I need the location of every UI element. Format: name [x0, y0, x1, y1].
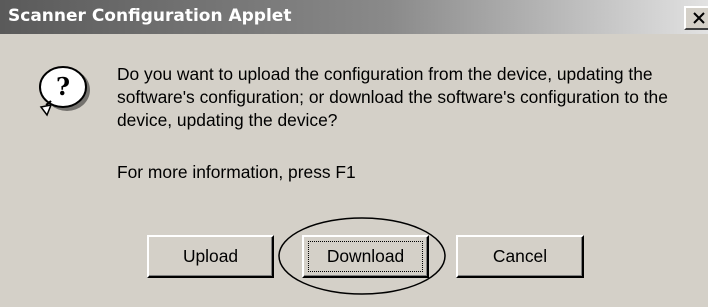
dialog-window: Scanner Configuration Applet ? Do you wa…: [0, 0, 708, 307]
title-bar[interactable]: Scanner Configuration Applet: [0, 0, 708, 34]
window-title: Scanner Configuration Applet: [8, 6, 292, 26]
svg-text:?: ?: [56, 72, 70, 101]
cancel-button[interactable]: Cancel: [456, 235, 584, 278]
message-text: Do you want to upload the configuration …: [117, 64, 668, 130]
upload-button[interactable]: Upload: [147, 235, 274, 278]
question-icon: ?: [39, 66, 90, 117]
download-button[interactable]: Download: [302, 235, 429, 278]
focus-rectangle: [308, 241, 423, 272]
help-text: For more information, press F1: [117, 162, 356, 182]
close-button[interactable]: [684, 6, 708, 30]
cancel-button-label: Cancel: [492, 246, 548, 266]
upload-button-label: Upload: [182, 246, 239, 266]
close-icon: [693, 12, 705, 24]
